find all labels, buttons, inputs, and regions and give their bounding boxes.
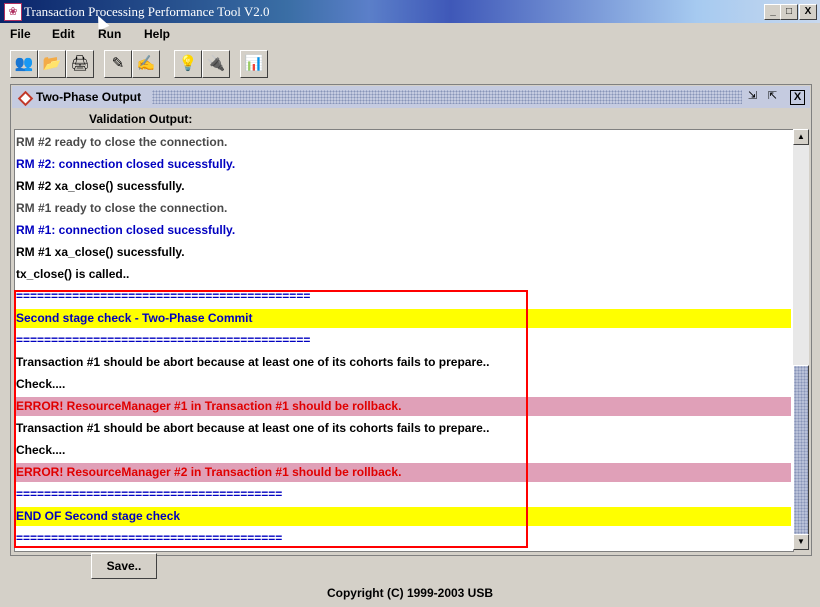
frame-minimize-button[interactable]: ⇲ (746, 90, 759, 103)
output-line: tx_close() is called.. (16, 267, 130, 281)
frame-maximize-button[interactable]: ⇱ (766, 90, 779, 103)
copyright-text: Copyright (C) 1999-2003 USB (326, 586, 494, 600)
frame-title-grip (152, 90, 742, 104)
scroll-down-button[interactable]: ▼ (793, 534, 809, 550)
output-line: RM #1 xa_close() sucessfully. (16, 245, 185, 259)
output-line: RM #2 xa_close() sucessfully. (16, 179, 185, 193)
output-line: ERROR! ResourceManager #2 in Transaction… (15, 463, 791, 482)
save-button[interactable]: Save.. (91, 553, 157, 579)
scroll-up-button[interactable]: ▲ (793, 129, 809, 145)
output-line: RM #1 ready to close the connection. (16, 201, 228, 215)
window-title: Transaction Processing Performance Tool … (24, 4, 270, 19)
frame-close-button[interactable]: X (790, 90, 805, 105)
output-line: ERROR! ResourceManager #1 in Transaction… (15, 397, 791, 416)
vertical-scrollbar[interactable]: ▲ ▼ (793, 129, 809, 550)
validation-output-label: Validation Output: (89, 112, 193, 126)
menu-help[interactable]: Help (144, 27, 170, 41)
window-title-bar[interactable]: ❀ Transaction Processing Performance Too… (0, 0, 820, 23)
output-line: Transaction #1 should be abort because a… (16, 421, 490, 435)
output-line: Check.... (16, 443, 66, 457)
close-button[interactable]: X (799, 4, 817, 20)
output-line: Second stage check - Two-Phase Commit (15, 309, 791, 328)
printer-icon[interactable]: 🖨 (66, 50, 94, 78)
output-line: ====================================== (16, 531, 283, 545)
scroll-thumb[interactable] (793, 365, 809, 535)
frame-title-bar[interactable]: Two-Phase Output ⇲ ⇱ X (12, 86, 810, 108)
bulb-icon[interactable]: 💡 (174, 50, 202, 78)
output-line: RM #1: connection closed sucessfully. (16, 223, 236, 237)
frame-title: Two-Phase Output (36, 90, 142, 104)
pen-icon[interactable]: ✍ (132, 50, 160, 78)
output-line: Transaction #1 should be abort because a… (16, 355, 490, 369)
folder-icon[interactable]: 📂 (38, 50, 66, 78)
output-line: Check.... (16, 377, 66, 391)
menu-bar: File Edit Run Help (0, 25, 820, 45)
output-line: ========================================… (16, 333, 311, 347)
menu-file[interactable]: File (10, 27, 31, 41)
frame-diamond-icon (17, 90, 34, 107)
chart-icon[interactable]: 📊 (240, 50, 268, 78)
output-line: END OF Second stage check (15, 507, 791, 526)
app-icon[interactable]: ❀ (4, 3, 22, 21)
menu-edit[interactable]: Edit (52, 27, 75, 41)
output-line: RM #2 ready to close the connection. (16, 135, 228, 149)
menu-run[interactable]: Run (98, 27, 121, 41)
toolbar: 👥 📂 🖨 ✎ ✍ 💡 🔌 📊 (0, 47, 820, 80)
validation-output-text[interactable]: RM #2 ready to close the connection. RM #… (14, 129, 794, 552)
output-line: ========================================… (16, 289, 311, 303)
output-line: RM #2: connection closed sucessfully. (16, 157, 236, 171)
wand-icon[interactable]: ✎ (104, 50, 132, 78)
maximize-button[interactable]: □ (780, 4, 798, 20)
output-line: ====================================== (16, 487, 283, 501)
two-phase-output-frame: Two-Phase Output ⇲ ⇱ X Validation Output… (10, 84, 812, 556)
plug-icon[interactable]: 🔌 (202, 50, 230, 78)
open-people-icon[interactable]: 👥 (10, 50, 38, 78)
